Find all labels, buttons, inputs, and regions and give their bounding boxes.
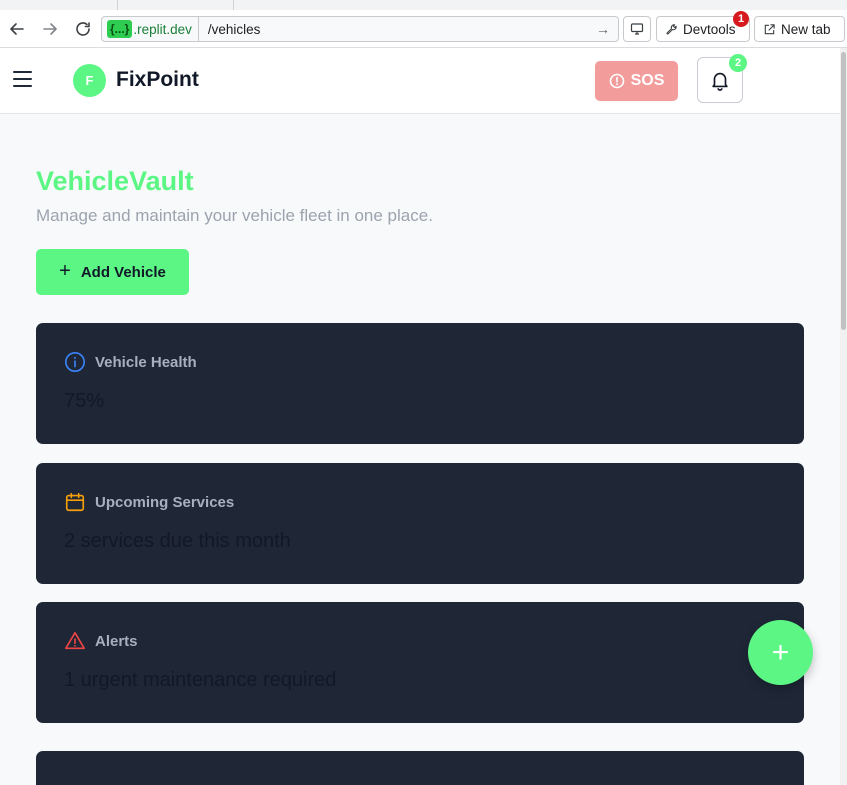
- floating-add-button[interactable]: +: [748, 620, 813, 685]
- url-divider: [197, 17, 199, 41]
- new-tab-label: New tab: [781, 21, 831, 37]
- arrow-left-icon: [10, 23, 24, 35]
- card-label: Vehicle Health: [95, 353, 197, 371]
- devtools-badge: 1: [733, 11, 749, 27]
- card-label: Alerts: [95, 632, 138, 650]
- url-host: .replit.dev: [133, 21, 192, 37]
- app-header: F FixPoint SOS: [0, 48, 847, 114]
- card-value: 2 services due this month: [64, 530, 291, 552]
- alerts-card[interactable]: Alerts 1 urgent maintenance required: [36, 602, 804, 723]
- external-link-icon: [764, 23, 775, 34]
- bell-icon: [712, 72, 728, 91]
- sos-label: SOS: [630, 72, 665, 89]
- browser-toolbar: {...} .replit.dev /vehicles → Devtools 1…: [0, 10, 847, 48]
- add-vehicle-label: Add Vehicle: [80, 263, 166, 281]
- vehicle-health-card[interactable]: Vehicle Health 75%: [36, 323, 804, 444]
- url-host-badge: {...}: [107, 20, 133, 38]
- card-value: 1 urgent maintenance required: [64, 669, 337, 691]
- info-icon: [65, 352, 85, 372]
- monitor-icon: [630, 23, 644, 35]
- add-vehicle-button[interactable]: + Add Vehicle: [36, 249, 189, 295]
- card-value: 75%: [64, 390, 105, 412]
- notification-badge: 2: [729, 54, 747, 72]
- alert-circle-icon: [609, 73, 624, 89]
- logo: F: [73, 64, 106, 97]
- devtools-label: Devtools: [683, 21, 736, 37]
- plus-icon: +: [59, 259, 71, 282]
- calendar-icon: [65, 492, 85, 512]
- tab-divider: [233, 0, 234, 10]
- page-title: VehicleVault: [36, 166, 194, 196]
- browser-tabstrip: [0, 0, 847, 10]
- wrench-icon: [666, 23, 677, 35]
- go-arrow-icon[interactable]: →: [596, 21, 610, 37]
- new-tab-button[interactable]: New tab: [754, 16, 845, 42]
- upcoming-services-card[interactable]: Upcoming Services 2 services due this mo…: [36, 463, 804, 584]
- reload-icon: [76, 22, 90, 36]
- sos-button[interactable]: SOS: [595, 61, 678, 101]
- devtools-button[interactable]: Devtools 1: [656, 11, 750, 42]
- page-scrollbar[interactable]: [840, 48, 847, 785]
- page-subtitle: Manage and maintain your vehicle fleet i…: [36, 206, 433, 225]
- arrow-right-icon: [43, 23, 57, 35]
- brand-name: FixPoint: [116, 68, 199, 91]
- screen-button[interactable]: [623, 16, 651, 42]
- warning-icon: [65, 631, 85, 650]
- reload-button[interactable]: [72, 18, 94, 40]
- menu-icon[interactable]: [13, 71, 32, 87]
- vehicle-card-partial[interactable]: [36, 751, 804, 785]
- scrollbar-thumb[interactable]: [841, 52, 846, 330]
- back-button[interactable]: [6, 18, 28, 40]
- address-bar[interactable]: {...} .replit.dev /vehicles →: [101, 16, 619, 42]
- card-label: Upcoming Services: [95, 493, 235, 511]
- url-path: /vehicles: [207, 21, 261, 37]
- forward-button[interactable]: [39, 18, 61, 40]
- tab-divider: [117, 0, 118, 10]
